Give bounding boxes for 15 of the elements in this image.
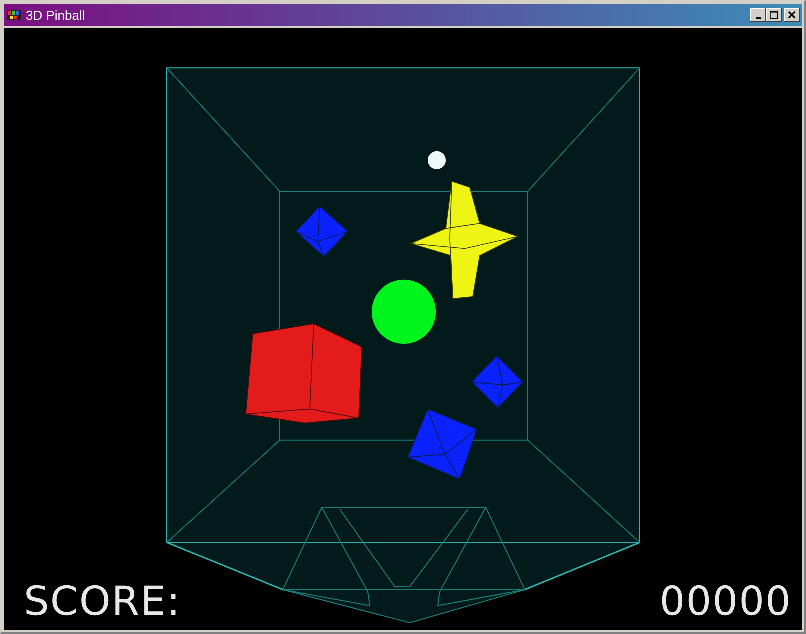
minimize-icon <box>756 17 760 19</box>
window-title: 3D Pinball <box>26 8 86 22</box>
sphere <box>372 280 436 344</box>
octahedron-drawing <box>295 206 349 258</box>
close-button[interactable] <box>784 8 800 22</box>
app-icon <box>6 7 22 23</box>
ball <box>428 151 446 170</box>
octahedron-drawing <box>407 408 478 480</box>
maximize-button[interactable] <box>766 8 782 22</box>
score-value: 00000 <box>660 582 792 622</box>
maximize-icon <box>770 10 778 20</box>
octahedron-drawing <box>471 356 524 409</box>
score-label: SCORE: <box>24 582 182 622</box>
minimize-button[interactable] <box>750 8 766 22</box>
close-icon <box>788 10 796 20</box>
